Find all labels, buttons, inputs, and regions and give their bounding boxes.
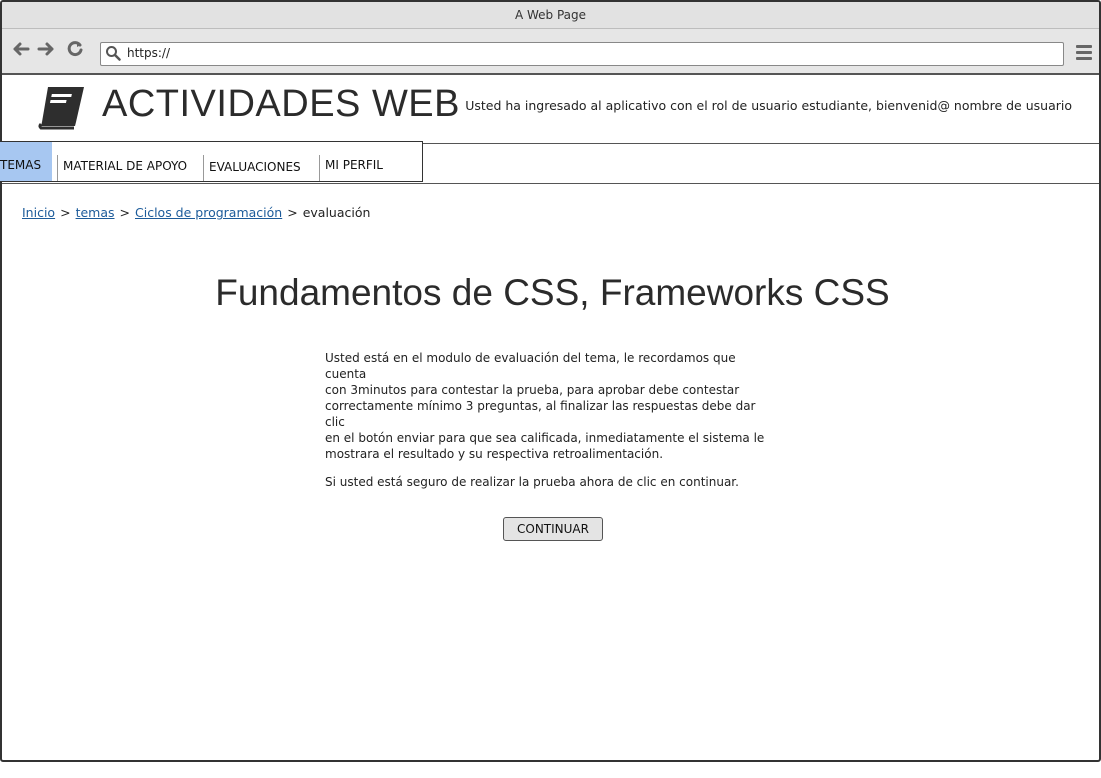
url-text: https:// <box>127 46 171 60</box>
hamburger-menu-icon[interactable] <box>1076 45 1092 63</box>
tab-label: TEMAS <box>0 158 42 172</box>
welcome-message: Usted ha ingresado al aplicativo con el … <box>465 98 1072 113</box>
instructions-line: mostrara el resultado y su respectiva re… <box>325 447 664 461</box>
breadcrumb-separator: > <box>287 205 298 220</box>
instructions-line: Usted está en el modulo de evaluación de… <box>325 351 736 381</box>
tab-temas[interactable]: TEMAS <box>0 142 52 181</box>
search-icon <box>105 45 121 65</box>
breadcrumb-separator: > <box>60 205 71 220</box>
window-title: A Web Page <box>2 2 1099 29</box>
confirm-text: Si usted está seguro de realizar la prue… <box>325 475 739 489</box>
instructions-line: con 3minutos para contestar la prueba, p… <box>325 383 740 397</box>
site-header: ACTIVIDADES WEB Usted ha ingresado al ap… <box>2 75 1099 144</box>
tab-mi-perfil[interactable]: MI PERFIL <box>320 142 420 181</box>
browser-window: A Web Page https:// ACTIVIDADES WEB Uste… <box>0 0 1101 762</box>
arrow-right-icon[interactable] <box>35 39 57 61</box>
reload-icon[interactable] <box>64 39 86 61</box>
instructions-line: correctamente mínimo 3 preguntas, al fin… <box>325 399 756 429</box>
breadcrumb-separator: > <box>119 205 130 220</box>
book-icon <box>38 84 88 134</box>
breadcrumb-current: evaluación <box>302 205 371 220</box>
tab-label: MATERIAL DE APOYO <box>63 159 188 173</box>
tab-label: EVALUACIONES <box>209 160 301 174</box>
tab-label: MI PERFIL <box>325 158 383 172</box>
tab-material-de-apoyo[interactable]: MATERIAL DE APOYO <box>58 142 204 181</box>
arrow-left-icon[interactable] <box>10 39 32 61</box>
breadcrumb-link-inicio[interactable]: Inicio <box>22 205 55 220</box>
breadcrumb-link-temas[interactable]: temas <box>76 205 115 220</box>
browser-toolbar: https:// <box>2 29 1099 75</box>
app-title: ACTIVIDADES WEB <box>102 83 460 125</box>
main-nav-tabs: TEMAS MATERIAL DE APOYO EVALUACIONES MI … <box>0 141 423 182</box>
breadcrumb-link-ciclos[interactable]: Ciclos de programación <box>135 205 282 220</box>
divider <box>2 183 1099 184</box>
tab-evaluaciones[interactable]: EVALUACIONES <box>204 142 319 181</box>
continue-button[interactable]: CONTINUAR <box>503 517 603 541</box>
instructions-line: en el botón enviar para que sea califica… <box>325 431 765 445</box>
breadcrumb: Inicio > temas > Ciclos de programación > eval… <box>22 205 370 220</box>
page-title: Fundamentos de CSS, Frameworks CSS <box>215 272 890 313</box>
address-bar[interactable]: https:// <box>100 42 1064 66</box>
instructions-text: Usted está en el modulo de evaluación de… <box>325 350 775 462</box>
